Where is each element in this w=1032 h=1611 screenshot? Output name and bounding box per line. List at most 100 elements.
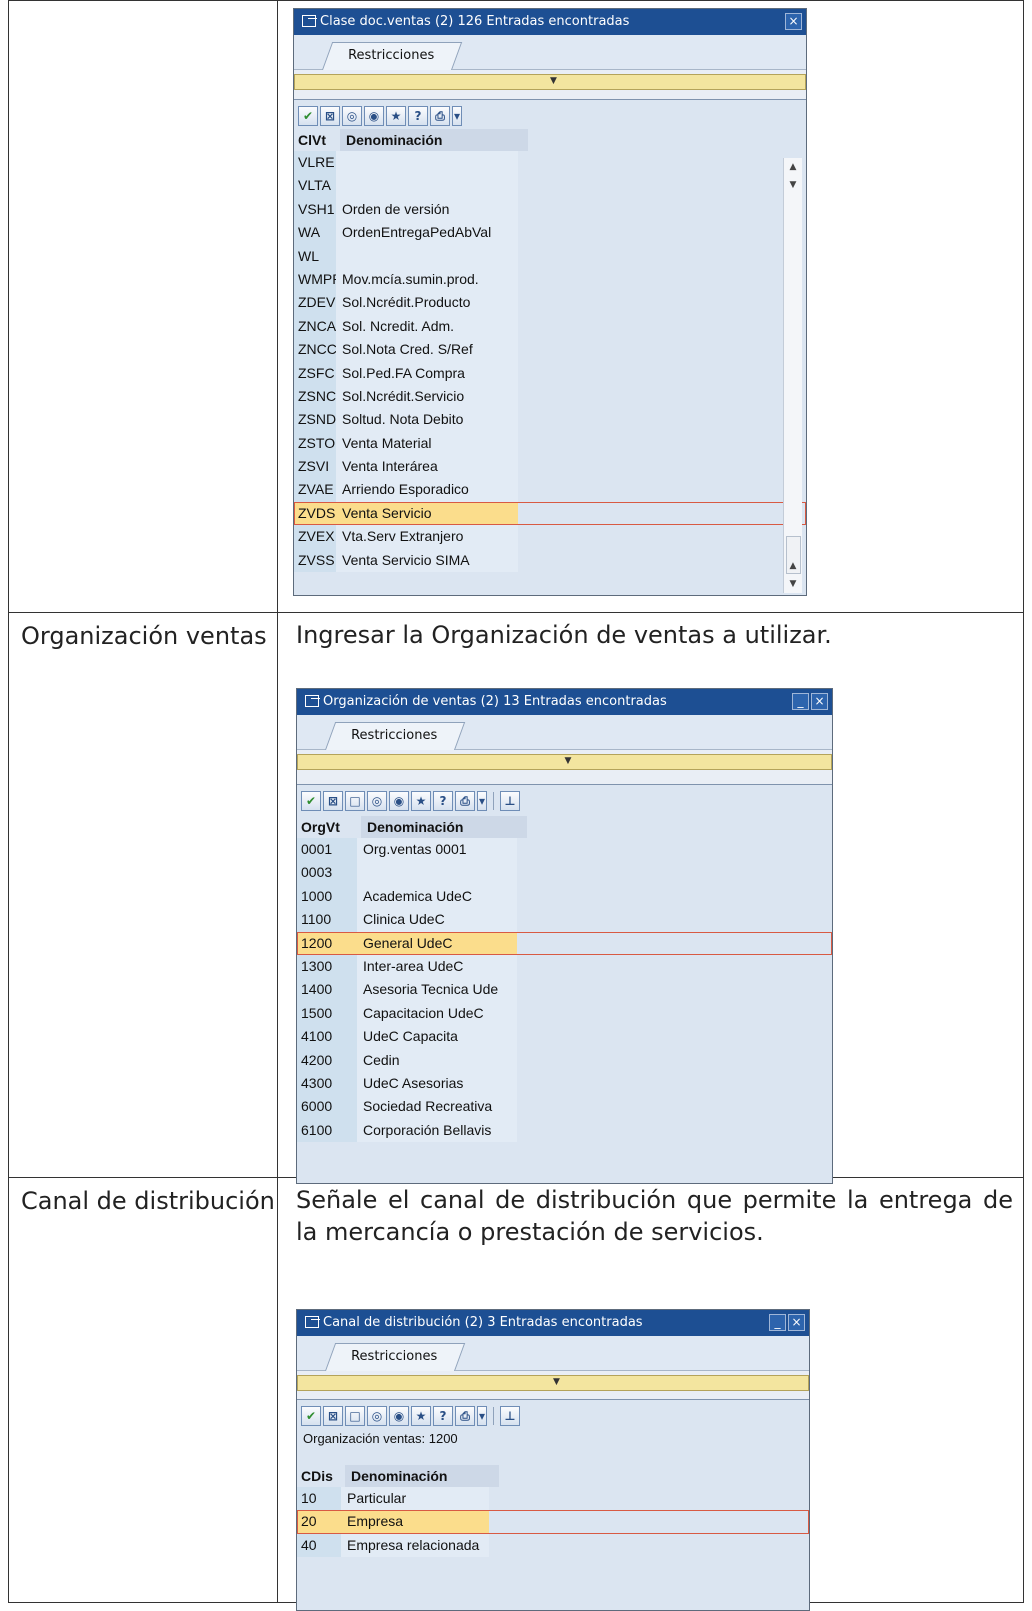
tab-restricciones[interactable]: Restricciones [325, 1343, 466, 1371]
row-denominacion: Sol.Ped.FA Compra [336, 361, 518, 385]
find-next-icon[interactable]: ◉ [364, 106, 384, 126]
toolbar-separator [493, 792, 494, 810]
row-denominacion: Sol.Ncrédit.Producto [336, 291, 518, 315]
table-row[interactable]: 6100 Corporación Bellavis [297, 1118, 832, 1143]
table-row[interactable]: 20 Empresa [297, 1510, 809, 1534]
favorites-icon[interactable]: ★ [411, 1406, 431, 1426]
table-row[interactable]: 0001 Org.ventas 0001 [297, 838, 832, 862]
row-code: ZNCC [294, 338, 337, 362]
cancel-icon[interactable]: ⊠ [320, 106, 340, 126]
table-row[interactable]: 4100 UdeC Capacita [297, 1025, 832, 1049]
check-icon[interactable]: ✔ [301, 791, 321, 811]
row-denominacion: Mov.mcía.sumin.prod. [336, 267, 518, 292]
print-icon[interactable]: ⎙ [430, 106, 450, 126]
table-row[interactable]: ZSTO Venta Material [294, 431, 806, 456]
favorites-icon[interactable]: ★ [411, 791, 431, 811]
result-list: CDis Denominación 10 Particular 20 Empresa 40 E… [297, 1465, 809, 1558]
scroll-up-icon[interactable]: ▲ [784, 158, 802, 176]
column-header-code[interactable]: OrgVt [297, 816, 361, 838]
dialog-title: Organización de ventas (2) 13 Entradas e… [323, 694, 667, 709]
cancel-icon[interactable]: ⊠ [323, 791, 343, 811]
collapse-bar[interactable]: ▼ [297, 754, 832, 770]
favorites-icon[interactable]: ★ [386, 106, 406, 126]
table-row[interactable]: 6000 Sociedad Recreativa [297, 1095, 832, 1119]
table-row[interactable]: ZDEV Sol.Ncrédit.Producto [294, 291, 806, 315]
new-entries-icon[interactable]: □ [345, 791, 365, 811]
table-row[interactable]: 1200 General UdeC [297, 931, 832, 955]
find-icon[interactable]: ◎ [367, 1406, 387, 1426]
scrollbar[interactable]: ▲ ▼ ▲ ▼ [783, 158, 802, 593]
table-row[interactable]: 4300 UdeC Asesorias [297, 1071, 832, 1096]
new-entries-icon[interactable]: □ [345, 1406, 365, 1426]
find-icon[interactable]: ◎ [367, 791, 387, 811]
close-icon[interactable]: × [788, 1314, 805, 1331]
column-header-denominacion[interactable]: Denominación [345, 1465, 499, 1487]
minimize-icon[interactable]: _ [769, 1314, 786, 1331]
close-icon[interactable]: × [811, 693, 828, 710]
table-row[interactable]: 1000 Academica UdeC [297, 884, 832, 909]
column-header-code[interactable]: ClVt [294, 129, 340, 151]
table-row[interactable]: ZSFC Sol.Ped.FA Compra [294, 361, 806, 385]
table-row[interactable]: 0003 [297, 861, 832, 885]
dropdown-icon[interactable]: ▾ [452, 106, 462, 126]
row-code: 4300 [297, 1071, 357, 1096]
column-header-code[interactable]: CDis [297, 1465, 345, 1487]
find-next-icon[interactable]: ◉ [389, 1406, 409, 1426]
row-code: 4200 [297, 1048, 357, 1072]
collapse-bar[interactable]: ▼ [294, 74, 806, 90]
table-row[interactable]: VLRE [294, 151, 806, 175]
print-icon[interactable]: ⎙ [455, 791, 475, 811]
help-icon[interactable]: ? [433, 1406, 453, 1426]
table-row[interactable]: ZVSS Venta Servicio SIMA [294, 548, 806, 573]
cancel-icon[interactable]: ⊠ [323, 1406, 343, 1426]
pin-icon[interactable]: ⊥ [500, 1406, 520, 1426]
window-icon [305, 695, 320, 707]
column-header-denominacion[interactable]: Denominación [340, 129, 528, 151]
table-row[interactable]: 1300 Inter-area UdeC [297, 954, 832, 979]
row-denominacion: Corporación Bellavis [357, 1118, 517, 1143]
table-row[interactable]: ZVDS Venta Servicio [294, 501, 806, 526]
scroll-down-icon[interactable]: ▼ [784, 176, 802, 194]
help-icon[interactable]: ? [433, 791, 453, 811]
row-3-label: Canal de distribución [21, 1187, 275, 1215]
find-next-icon[interactable]: ◉ [389, 791, 409, 811]
scroll-up-icon[interactable]: ▲ [784, 557, 802, 575]
dropdown-icon[interactable]: ▾ [477, 791, 487, 811]
table-row[interactable]: ZVEX Vta.Serv Extranjero [294, 525, 806, 549]
check-icon[interactable]: ✔ [298, 106, 318, 126]
row-denominacion: Soltud. Nota Debito [336, 408, 518, 432]
table-row[interactable]: ZSNC Sol.Ncrédit.Servicio [294, 384, 806, 409]
pin-icon[interactable]: ⊥ [500, 791, 520, 811]
minimize-icon[interactable]: _ [792, 693, 809, 710]
table-row[interactable]: 1400 Asesoria Tecnica Ude [297, 978, 832, 1002]
dialog-titlebar: Clase doc.ventas (2) 126 Entradas encont… [294, 9, 806, 35]
window-icon [302, 15, 317, 27]
scroll-down-icon[interactable]: ▼ [784, 575, 802, 593]
check-icon[interactable]: ✔ [301, 1406, 321, 1426]
column-header-denominacion[interactable]: Denominación [361, 816, 527, 838]
table-row[interactable]: ZSND Soltud. Nota Debito [294, 408, 806, 432]
table-row[interactable]: 40 Empresa relacionada [297, 1533, 809, 1558]
table-row[interactable]: ZNCA Sol. Ncredit. Adm. [294, 314, 806, 339]
table-row[interactable]: WL [294, 244, 806, 268]
table-row[interactable]: WA OrdenEntregaPedAbVal [294, 221, 806, 245]
table-row[interactable]: VSH1 Orden de versión [294, 197, 806, 222]
table-row[interactable]: 4200 Cedin [297, 1048, 832, 1072]
table-row[interactable]: 1500 Capacitacion UdeC [297, 1001, 832, 1026]
table-row[interactable]: 1100 Clinica UdeC [297, 908, 832, 932]
help-icon[interactable]: ? [408, 106, 428, 126]
table-row[interactable]: ZVAE Arriendo Esporadico [294, 478, 806, 502]
table-row[interactable]: WMPP Mov.mcía.sumin.prod. [294, 267, 806, 292]
collapse-bar[interactable]: ▼ [297, 1375, 809, 1391]
table-row[interactable]: ZNCC Sol.Nota Cred. S/Ref [294, 338, 806, 362]
close-icon[interactable]: × [785, 13, 802, 30]
dropdown-icon[interactable]: ▾ [477, 1406, 487, 1426]
tab-restricciones[interactable]: Restricciones [322, 42, 463, 70]
table-row[interactable]: VLTA [294, 174, 806, 198]
find-icon[interactable]: ◎ [342, 106, 362, 126]
table-row[interactable]: 10 Particular [297, 1487, 809, 1511]
table-row[interactable]: ZSVI Venta Interárea [294, 455, 806, 479]
row-denominacion: Sol.Ncrédit.Servicio [336, 384, 518, 409]
tab-restricciones[interactable]: Restricciones [325, 722, 466, 750]
print-icon[interactable]: ⎙ [455, 1406, 475, 1426]
